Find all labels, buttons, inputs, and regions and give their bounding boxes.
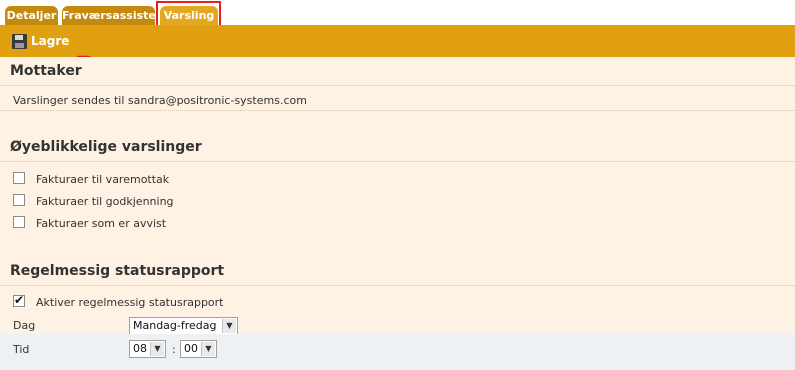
hour-select-value: 08 [133, 342, 147, 355]
time-label: Tid [13, 343, 30, 356]
minute-select-value: 00 [184, 342, 198, 355]
tab-fravaersassistent[interactable]: Fraværsassistent [62, 6, 169, 25]
checkbox-godkjenning[interactable] [13, 194, 25, 206]
section-title-immediate: Øyeblikkelige varslinger [10, 139, 202, 155]
hour-select[interactable]: 08 ▼ [129, 340, 166, 358]
save-button-label: Lagre [31, 34, 70, 48]
tab-bar: Detaljer Fraværsassistent Varsling [0, 0, 795, 29]
chevron-down-icon: ▼ [222, 319, 236, 333]
minute-select[interactable]: 00 ▼ [180, 340, 217, 358]
time-row-background [0, 334, 795, 370]
divider [0, 85, 795, 86]
chevron-down-icon: ▼ [150, 342, 164, 356]
save-button[interactable]: Lagre [12, 33, 69, 49]
checkbox-avvist[interactable] [13, 216, 25, 228]
section-title-report: Regelmessig statusrapport [10, 263, 225, 279]
time-separator: : [172, 343, 176, 356]
content-panel: Mottaker Varslinger sendes til sandra@po… [0, 57, 795, 370]
divider [0, 161, 795, 162]
chevron-down-icon: ▼ [201, 342, 215, 356]
checkbox-label-aktiver: Aktiver regelmessig statusrapport [36, 296, 224, 309]
checkbox-label-varemottak: Fakturaer til varemottak [36, 173, 170, 186]
floppy-disk-icon [12, 33, 27, 49]
divider [0, 285, 795, 286]
checkbox-label-avvist: Fakturaer som er avvist [36, 217, 167, 230]
checkbox-aktiver-statusrapport[interactable] [13, 293, 25, 307]
checkbox-varemottak[interactable] [13, 172, 25, 184]
checkbox-label-godkjenning: Fakturaer til godkjenning [36, 195, 174, 208]
day-select-value: Mandag-fredag [133, 319, 217, 332]
toolbar: Lagre [0, 25, 795, 57]
day-label: Dag [13, 319, 36, 332]
divider [0, 110, 795, 111]
tab-detaljer[interactable]: Detaljer [5, 6, 58, 25]
recipient-text: Varslinger sendes til sandra@positronic-… [13, 94, 307, 107]
section-title-mottaker: Mottaker [10, 63, 82, 79]
day-select[interactable]: Mandag-fredag ▼ [129, 317, 238, 335]
